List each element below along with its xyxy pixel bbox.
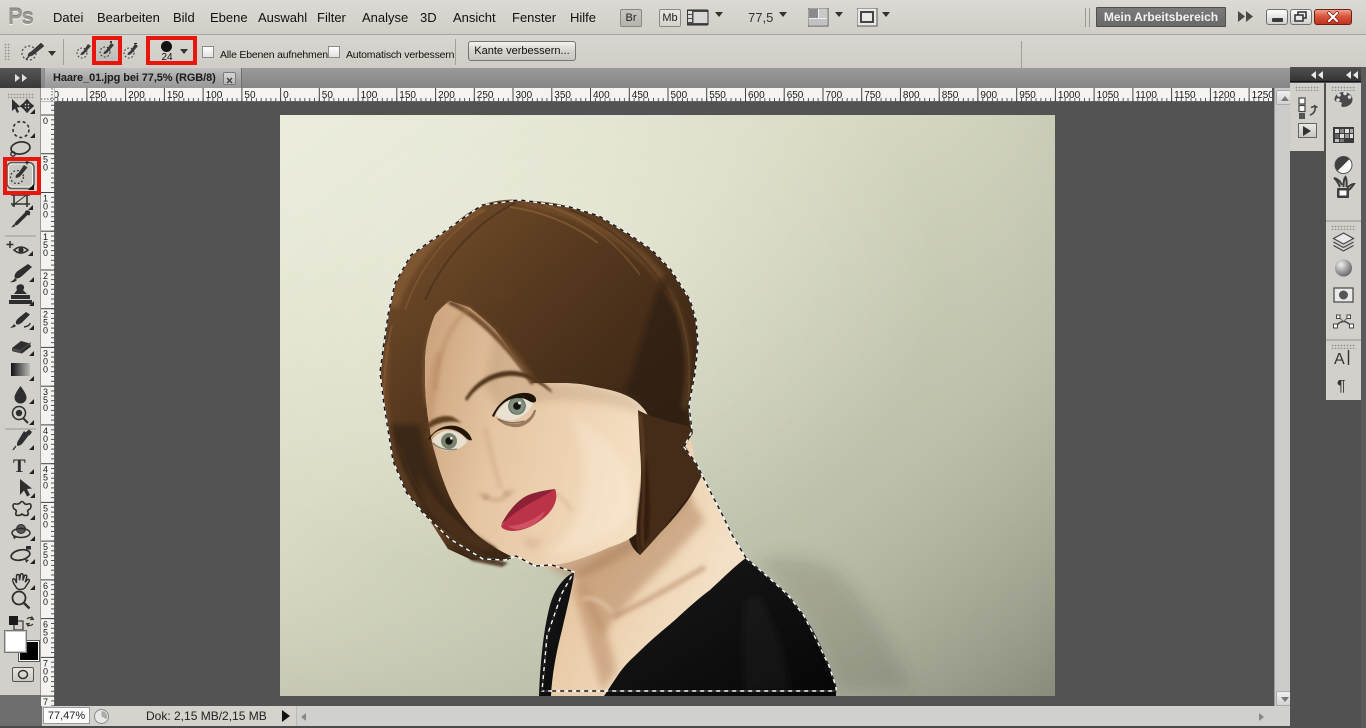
svg-text:900: 900 bbox=[980, 90, 997, 101]
svg-text:300: 300 bbox=[516, 90, 533, 101]
svg-text:1250: 1250 bbox=[1252, 90, 1272, 101]
svg-text:850: 850 bbox=[942, 90, 959, 101]
svg-text:600: 600 bbox=[748, 90, 765, 101]
svg-text:150: 150 bbox=[399, 90, 416, 101]
svg-text:1150: 1150 bbox=[1174, 90, 1196, 101]
svg-text:0: 0 bbox=[43, 248, 48, 258]
svg-text:0: 0 bbox=[43, 442, 48, 452]
svg-text:250: 250 bbox=[89, 90, 106, 101]
svg-text:50: 50 bbox=[322, 90, 334, 101]
svg-text:0: 0 bbox=[43, 636, 48, 646]
svg-text:250: 250 bbox=[477, 90, 494, 101]
svg-text:750: 750 bbox=[864, 90, 881, 101]
svg-text:0: 0 bbox=[43, 210, 48, 220]
svg-text:0: 0 bbox=[43, 163, 48, 173]
svg-text:0: 0 bbox=[43, 481, 48, 491]
svg-text:A: A bbox=[1334, 351, 1345, 368]
svg-text:T: T bbox=[13, 456, 26, 477]
svg-text:450: 450 bbox=[632, 90, 649, 101]
svg-text:¶: ¶ bbox=[1337, 378, 1346, 395]
svg-text:200: 200 bbox=[128, 90, 145, 101]
svg-text:0: 0 bbox=[43, 403, 48, 413]
svg-text:1000: 1000 bbox=[1058, 90, 1081, 101]
svg-text:0: 0 bbox=[43, 326, 48, 336]
svg-text:1050: 1050 bbox=[1097, 90, 1120, 101]
svg-text:650: 650 bbox=[787, 90, 804, 101]
svg-text:0: 0 bbox=[43, 364, 48, 374]
svg-text:700: 700 bbox=[826, 90, 843, 101]
svg-text:500: 500 bbox=[671, 90, 688, 101]
svg-text:150: 150 bbox=[167, 90, 184, 101]
svg-text:100: 100 bbox=[206, 90, 223, 101]
svg-text:0: 0 bbox=[43, 597, 48, 607]
svg-text:1200: 1200 bbox=[1213, 90, 1236, 101]
svg-text:50: 50 bbox=[244, 90, 256, 101]
svg-text:1100: 1100 bbox=[1135, 90, 1157, 101]
svg-text:950: 950 bbox=[1019, 90, 1036, 101]
svg-text:800: 800 bbox=[903, 90, 920, 101]
svg-text:0: 0 bbox=[43, 558, 48, 568]
svg-text:0: 0 bbox=[43, 674, 48, 684]
svg-text:400: 400 bbox=[593, 90, 610, 101]
svg-text:0: 0 bbox=[283, 90, 289, 101]
svg-text:0: 0 bbox=[43, 287, 48, 297]
svg-text:100: 100 bbox=[361, 90, 378, 101]
svg-text:200: 200 bbox=[438, 90, 455, 101]
svg-text:0: 0 bbox=[43, 116, 48, 126]
svg-text:350: 350 bbox=[554, 90, 571, 101]
svg-text:0: 0 bbox=[43, 519, 48, 529]
svg-text:550: 550 bbox=[709, 90, 726, 101]
